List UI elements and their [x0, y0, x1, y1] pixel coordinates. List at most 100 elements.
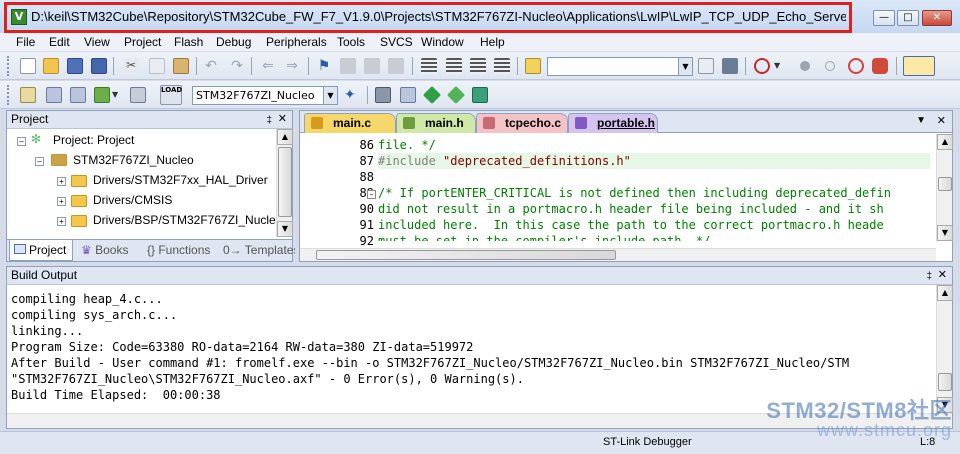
new-file-icon[interactable] [20, 58, 36, 74]
project-tree-scrollbar[interactable]: ▲ ▼ [276, 129, 293, 237]
target-select[interactable]: STM32F767ZI_Nucleo ▼ [192, 86, 338, 105]
menu-svcs[interactable]: SVCS [380, 35, 413, 49]
navigate-forward-icon[interactable]: ⇒ [284, 58, 300, 74]
chevron-down-icon[interactable]: ▼ [678, 58, 692, 75]
tab-main-c[interactable]: main.c [304, 113, 396, 133]
scroll-thumb[interactable] [316, 250, 616, 260]
rebuild-icon[interactable] [70, 87, 86, 103]
fold-icon[interactable]: – [367, 190, 376, 199]
scroll-up-icon[interactable]: ▲ [277, 129, 293, 145]
config-icon[interactable] [872, 58, 888, 74]
scroll-thumb[interactable] [938, 177, 952, 191]
unindent-icon[interactable] [446, 58, 462, 74]
tab-templates[interactable]: 0→ Templates [219, 240, 295, 261]
debug-start-icon[interactable] [754, 58, 770, 74]
close-icon[interactable]: ✕ [278, 111, 287, 128]
code-area[interactable]: file. */ #include "deprecated_definition… [378, 134, 930, 241]
scroll-down-icon[interactable]: ▼ [277, 221, 293, 237]
tab-main-h[interactable]: main.h [396, 113, 476, 133]
expand-icon[interactable]: + [57, 217, 66, 226]
tree-item-group[interactable]: Drivers/CMSIS [93, 193, 172, 207]
next-bookmark-icon[interactable] [364, 58, 380, 74]
manage-components-icon[interactable] [400, 87, 416, 103]
editor-horizontal-scrollbar[interactable] [300, 248, 936, 261]
incremental-find-icon[interactable] [722, 58, 738, 74]
tab-functions[interactable]: {} Functions [143, 240, 219, 261]
tab-project[interactable]: Project [9, 240, 73, 261]
expand-icon[interactable]: + [57, 197, 66, 206]
menu-file[interactable]: File [16, 35, 35, 49]
menu-edit[interactable]: Edit [49, 35, 70, 49]
pack-installer-icon[interactable] [472, 87, 488, 103]
menu-help[interactable]: Help [480, 35, 505, 49]
toolbar-grip[interactable] [7, 85, 10, 105]
download-icon[interactable]: LOAD [160, 85, 182, 105]
indent-icon[interactable] [421, 58, 437, 74]
menu-debug[interactable]: Debug [216, 35, 251, 49]
prev-bookmark-icon[interactable] [340, 58, 356, 74]
close-icon[interactable]: ✕ [938, 267, 947, 284]
menu-flash[interactable]: Flash [174, 35, 203, 49]
bookmark-icon[interactable]: ⚑ [316, 58, 332, 74]
target-options-icon[interactable]: ✦ [344, 87, 360, 103]
pin-icon[interactable]: ‡ [266, 112, 272, 129]
breakpoint-icon[interactable] [800, 61, 810, 71]
find-icon[interactable] [698, 58, 714, 74]
tree-item-group[interactable]: Drivers/STM32F7xx_HAL_Driver [93, 173, 268, 187]
run-time-environment-icon[interactable] [446, 85, 466, 105]
menu-tools[interactable]: Tools [337, 35, 365, 49]
stop-build-icon[interactable] [130, 87, 146, 103]
copy-icon[interactable] [149, 58, 165, 74]
pin-icon[interactable]: ‡ [926, 268, 932, 285]
collapse-icon[interactable]: – [17, 137, 26, 146]
scroll-thumb[interactable] [938, 373, 952, 391]
batch-build-icon[interactable] [94, 87, 110, 103]
expand-icon[interactable]: + [57, 177, 66, 186]
menu-project[interactable]: Project [124, 35, 161, 49]
window-layout-icon[interactable] [903, 56, 935, 76]
tab-portable-h[interactable]: portable.h [568, 113, 658, 133]
toolbar-grip[interactable] [7, 56, 10, 76]
tab-books[interactable]: ♛ Books [77, 240, 137, 261]
scroll-up-icon[interactable]: ▲ [937, 134, 953, 150]
translate-icon[interactable] [20, 87, 36, 103]
redo-icon[interactable]: ↷ [229, 58, 245, 74]
select-packs-icon[interactable] [422, 85, 442, 105]
close-icon[interactable]: ✕ [937, 114, 946, 127]
clear-bookmarks-icon[interactable] [388, 58, 404, 74]
undo-icon[interactable]: ↶ [203, 58, 219, 74]
open-folder-icon[interactable] [43, 58, 59, 74]
scroll-down-icon[interactable]: ▼ [937, 225, 953, 241]
editor-vertical-scrollbar[interactable]: ▲ ▼ [936, 134, 953, 241]
menu-window[interactable]: Window [421, 35, 464, 49]
tree-item-project[interactable]: Project: Project [53, 133, 134, 147]
minimize-icon[interactable]: — [873, 10, 895, 26]
collapse-icon[interactable]: – [35, 157, 44, 166]
maximize-icon[interactable]: □ [897, 10, 919, 26]
close-icon[interactable]: ✕ [922, 10, 952, 26]
disable-breakpoint-icon[interactable] [825, 61, 835, 71]
uncomment-icon[interactable] [494, 58, 510, 74]
tab-tcpecho-c[interactable]: tcpecho.c [476, 113, 568, 133]
find-in-files-icon[interactable] [525, 58, 541, 74]
file-extensions-icon[interactable] [375, 87, 391, 103]
save-all-icon[interactable] [91, 58, 107, 74]
tab-list-icon[interactable]: ▼ [916, 115, 926, 126]
chevron-down-icon[interactable]: ▼ [112, 87, 128, 103]
build-output-text[interactable]: compiling heap_4.c... compiling sys_arch… [11, 291, 931, 403]
paste-icon[interactable] [173, 58, 189, 74]
navigate-back-icon[interactable]: ⇐ [260, 58, 276, 74]
menu-view[interactable]: View [84, 35, 110, 49]
save-icon[interactable] [67, 58, 83, 74]
menu-peripherals[interactable]: Peripherals [266, 35, 327, 49]
scroll-up-icon[interactable]: ▲ [937, 285, 953, 301]
chevron-down-icon[interactable]: ▼ [774, 58, 790, 74]
kill-breakpoints-icon[interactable] [848, 58, 864, 74]
tree-item-group[interactable]: Drivers/BSP/STM32F767ZI_Nucleo [93, 213, 282, 227]
build-icon[interactable] [46, 87, 62, 103]
find-combo[interactable]: ▼ [547, 57, 693, 76]
cut-icon[interactable]: ✂ [123, 58, 139, 74]
scroll-thumb[interactable] [278, 147, 292, 217]
tree-item-target[interactable]: STM32F767ZI_Nucleo [73, 153, 194, 167]
comment-icon[interactable] [470, 58, 486, 74]
